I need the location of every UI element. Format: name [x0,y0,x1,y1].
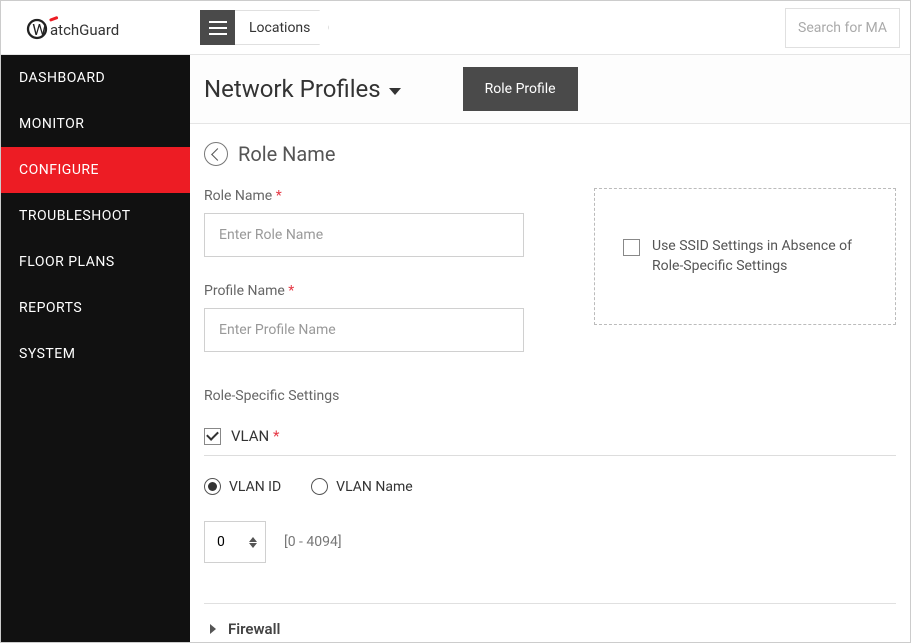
watchguard-logo-icon: atchGuard W [26,15,166,41]
form-area: Role Name * Profile Name * Use SS [204,188,896,378]
sidebar-item-system[interactable]: SYSTEM [1,331,190,377]
back-button[interactable] [204,142,228,166]
vlan-checkbox[interactable] [204,428,221,445]
role-name-label: Role Name * [204,188,524,204]
breadcrumb-locations[interactable]: Locations [235,10,329,45]
content-area: Role Name Role Name * Profile Name * [190,124,910,642]
vlan-label: VLAN * [231,427,279,445]
radio-vlan-name[interactable]: VLAN Name [311,478,412,495]
required-star: * [273,427,279,445]
sidebar-item-troubleshoot[interactable]: TROUBLESHOOT [1,193,190,239]
vlan-value-row: 0 [0 - 4094] [204,521,896,563]
titlebar: Network Profiles Role Profile [190,55,910,124]
sidebar-item-monitor[interactable]: MONITOR [1,101,190,147]
svg-text:atchGuard: atchGuard [50,21,119,39]
firewall-label: Firewall [228,620,280,638]
number-stepper [249,537,257,548]
ssid-fallback-label: Use SSID Settings in Absence of Role-Spe… [652,237,867,276]
search-input[interactable] [785,8,900,48]
page-title-text: Network Profiles [204,75,381,103]
main-pane: Locations Network Profiles Role Profile … [190,1,910,642]
radio-vlan-id-label: VLAN ID [229,479,281,495]
role-profile-button[interactable]: Role Profile [463,67,578,111]
hamburger-icon [209,21,227,35]
brand-logo: atchGuard W [26,15,166,41]
section-title: Role Name [238,142,335,166]
vlan-mode-radio-group: VLAN ID VLAN Name [204,478,896,495]
vlan-number-input[interactable]: 0 [204,521,266,563]
role-name-input[interactable] [204,213,524,257]
arrow-left-icon [211,148,224,161]
vlan-number-value: 0 [217,534,225,550]
radio-vlan-name-label: VLAN Name [336,479,412,495]
sidebar-item-dashboard[interactable]: DASHBOARD [1,55,190,101]
field-role-name: Role Name * [204,188,524,257]
section-header: Role Name [204,142,896,166]
sidebar-nav: DASHBOARD MONITOR CONFIGURE TROUBLESHOOT… [1,55,190,377]
role-specific-heading: Role-Specific Settings [204,388,896,404]
caret-down-icon [389,88,401,95]
vlan-range-hint: [0 - 4094] [284,534,342,550]
sidebar-item-floorplans[interactable]: FLOOR PLANS [1,239,190,285]
step-up-icon[interactable] [249,537,257,542]
ssid-fallback-box: Use SSID Settings in Absence of Role-Spe… [594,188,896,325]
sidebar-item-reports[interactable]: REPORTS [1,285,190,331]
form-left-column: Role Name * Profile Name * [204,188,524,378]
topbar: Locations [190,1,910,55]
step-down-icon[interactable] [249,543,257,548]
logo-area: atchGuard W [1,1,190,55]
vlan-header: VLAN * [204,426,896,456]
required-star: * [276,188,282,204]
profile-name-label: Profile Name * [204,283,524,299]
sidebar: atchGuard W DASHBOARD MONITOR CONFIGURE … [1,1,190,642]
radio-icon [204,478,221,495]
page-title-dropdown[interactable]: Network Profiles [204,75,401,103]
required-star: * [288,283,294,299]
field-profile-name: Profile Name * [204,283,524,352]
sidebar-item-configure[interactable]: CONFIGURE [1,147,190,193]
profile-name-input[interactable] [204,308,524,352]
chevron-right-icon [210,624,216,634]
accordion-firewall[interactable]: Firewall [204,603,896,642]
radio-icon [311,478,328,495]
ssid-fallback-checkbox[interactable] [623,239,640,256]
radio-vlan-id[interactable]: VLAN ID [204,478,281,495]
svg-text:W: W [32,20,46,39]
hamburger-menu-button[interactable] [200,10,235,45]
